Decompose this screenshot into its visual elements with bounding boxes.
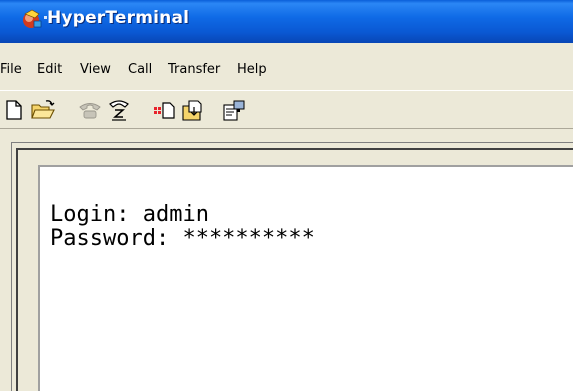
call-phone-icon[interactable] — [77, 98, 101, 122]
menu-file[interactable]: File — [0, 62, 22, 77]
menu-transfer[interactable]: Transfer — [168, 62, 220, 77]
terminal-screen[interactable]: Login: admin Password: ********** — [38, 165, 573, 391]
toolbar-divider — [0, 128, 573, 129]
menu-divider — [0, 90, 573, 91]
menu-help[interactable]: Help — [237, 62, 267, 77]
hyperterminal-app-icon[interactable] — [21, 8, 43, 30]
menu-bar: File Edit View Call Transfer Help — [0, 56, 573, 82]
disconnect-icon[interactable] — [106, 98, 130, 122]
properties-icon[interactable] — [221, 98, 245, 122]
terminal-line-password: Password: ********** — [50, 226, 315, 251]
terminal-line-login: Login: admin — [50, 202, 209, 227]
menu-call[interactable]: Call — [128, 62, 152, 77]
menu-edit[interactable]: Edit — [37, 62, 62, 77]
open-folder-icon[interactable] — [30, 98, 55, 122]
title-bar[interactable]: HyperTerminal — [0, 0, 573, 43]
toolbar — [0, 92, 573, 128]
window-title: HyperTerminal — [47, 8, 190, 28]
hyperterminal-window: HyperTerminal File Edit View Call Transf… — [0, 0, 573, 391]
receive-icon[interactable] — [180, 98, 204, 122]
new-document-icon[interactable] — [2, 98, 26, 122]
send-icon[interactable] — [151, 98, 175, 122]
menu-view[interactable]: View — [80, 62, 111, 77]
